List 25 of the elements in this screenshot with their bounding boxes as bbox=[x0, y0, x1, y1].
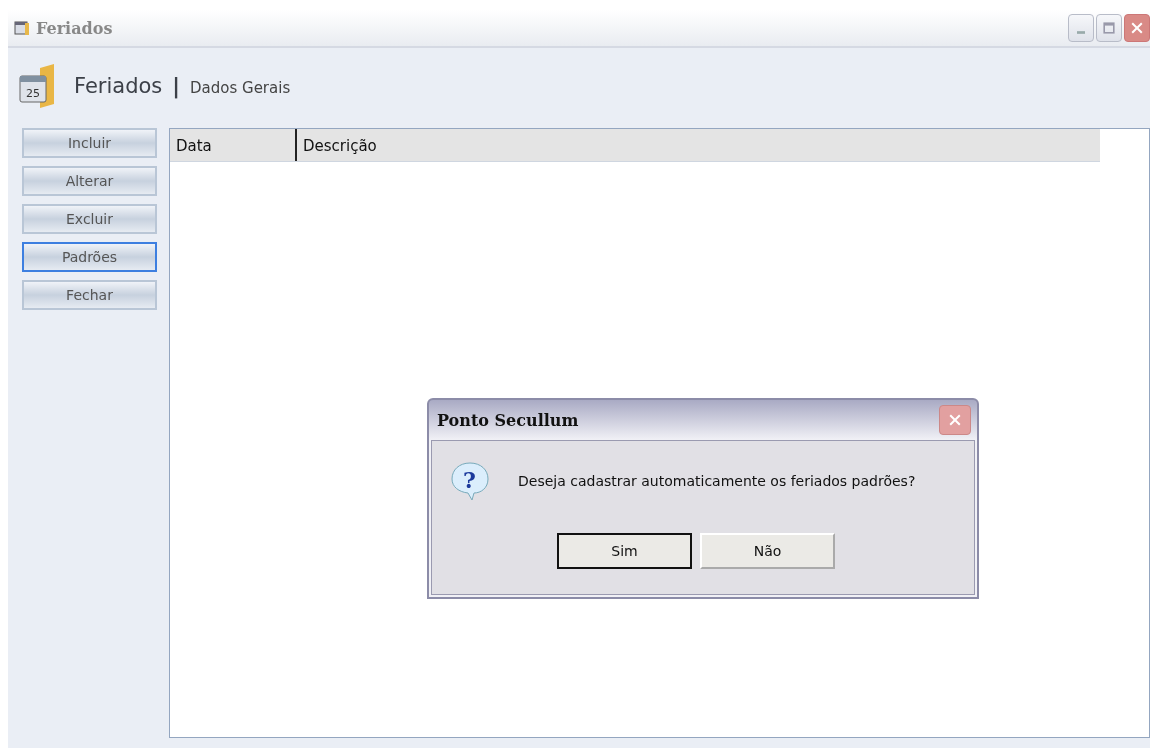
column-header[interactable]: Data bbox=[170, 129, 297, 161]
close-button[interactable] bbox=[1124, 14, 1150, 42]
calendar-icon bbox=[14, 20, 30, 36]
maximize-button[interactable] bbox=[1096, 14, 1122, 42]
page-title: Feriados bbox=[74, 74, 163, 98]
minimize-icon bbox=[1077, 30, 1085, 34]
dialog-message: Deseja cadastrar automaticamente os feriados padrões? bbox=[518, 473, 916, 489]
dialog-title: Ponto Secullum bbox=[437, 410, 580, 430]
column-header[interactable]: Descrição bbox=[297, 129, 383, 161]
action-button[interactable]: Excluir bbox=[22, 204, 157, 234]
title-separator: | bbox=[172, 74, 180, 98]
close-icon bbox=[1129, 20, 1145, 36]
maximize-icon bbox=[1101, 20, 1117, 36]
action-button[interactable]: Alterar bbox=[22, 166, 157, 196]
window-title: Feriados bbox=[36, 18, 114, 38]
action-button[interactable]: Incluir bbox=[22, 128, 157, 158]
close-icon bbox=[947, 412, 963, 428]
dialog-button[interactable]: Sim bbox=[557, 533, 692, 569]
minimize-button[interactable] bbox=[1068, 14, 1094, 42]
question-icon: ? bbox=[450, 459, 490, 503]
action-button[interactable]: Fechar bbox=[22, 280, 157, 310]
page-subtitle: Dados Gerais bbox=[190, 79, 291, 97]
action-button[interactable]: Padrões bbox=[22, 242, 157, 272]
dialog-button[interactable]: Não bbox=[700, 533, 835, 569]
close-button[interactable] bbox=[939, 405, 971, 435]
